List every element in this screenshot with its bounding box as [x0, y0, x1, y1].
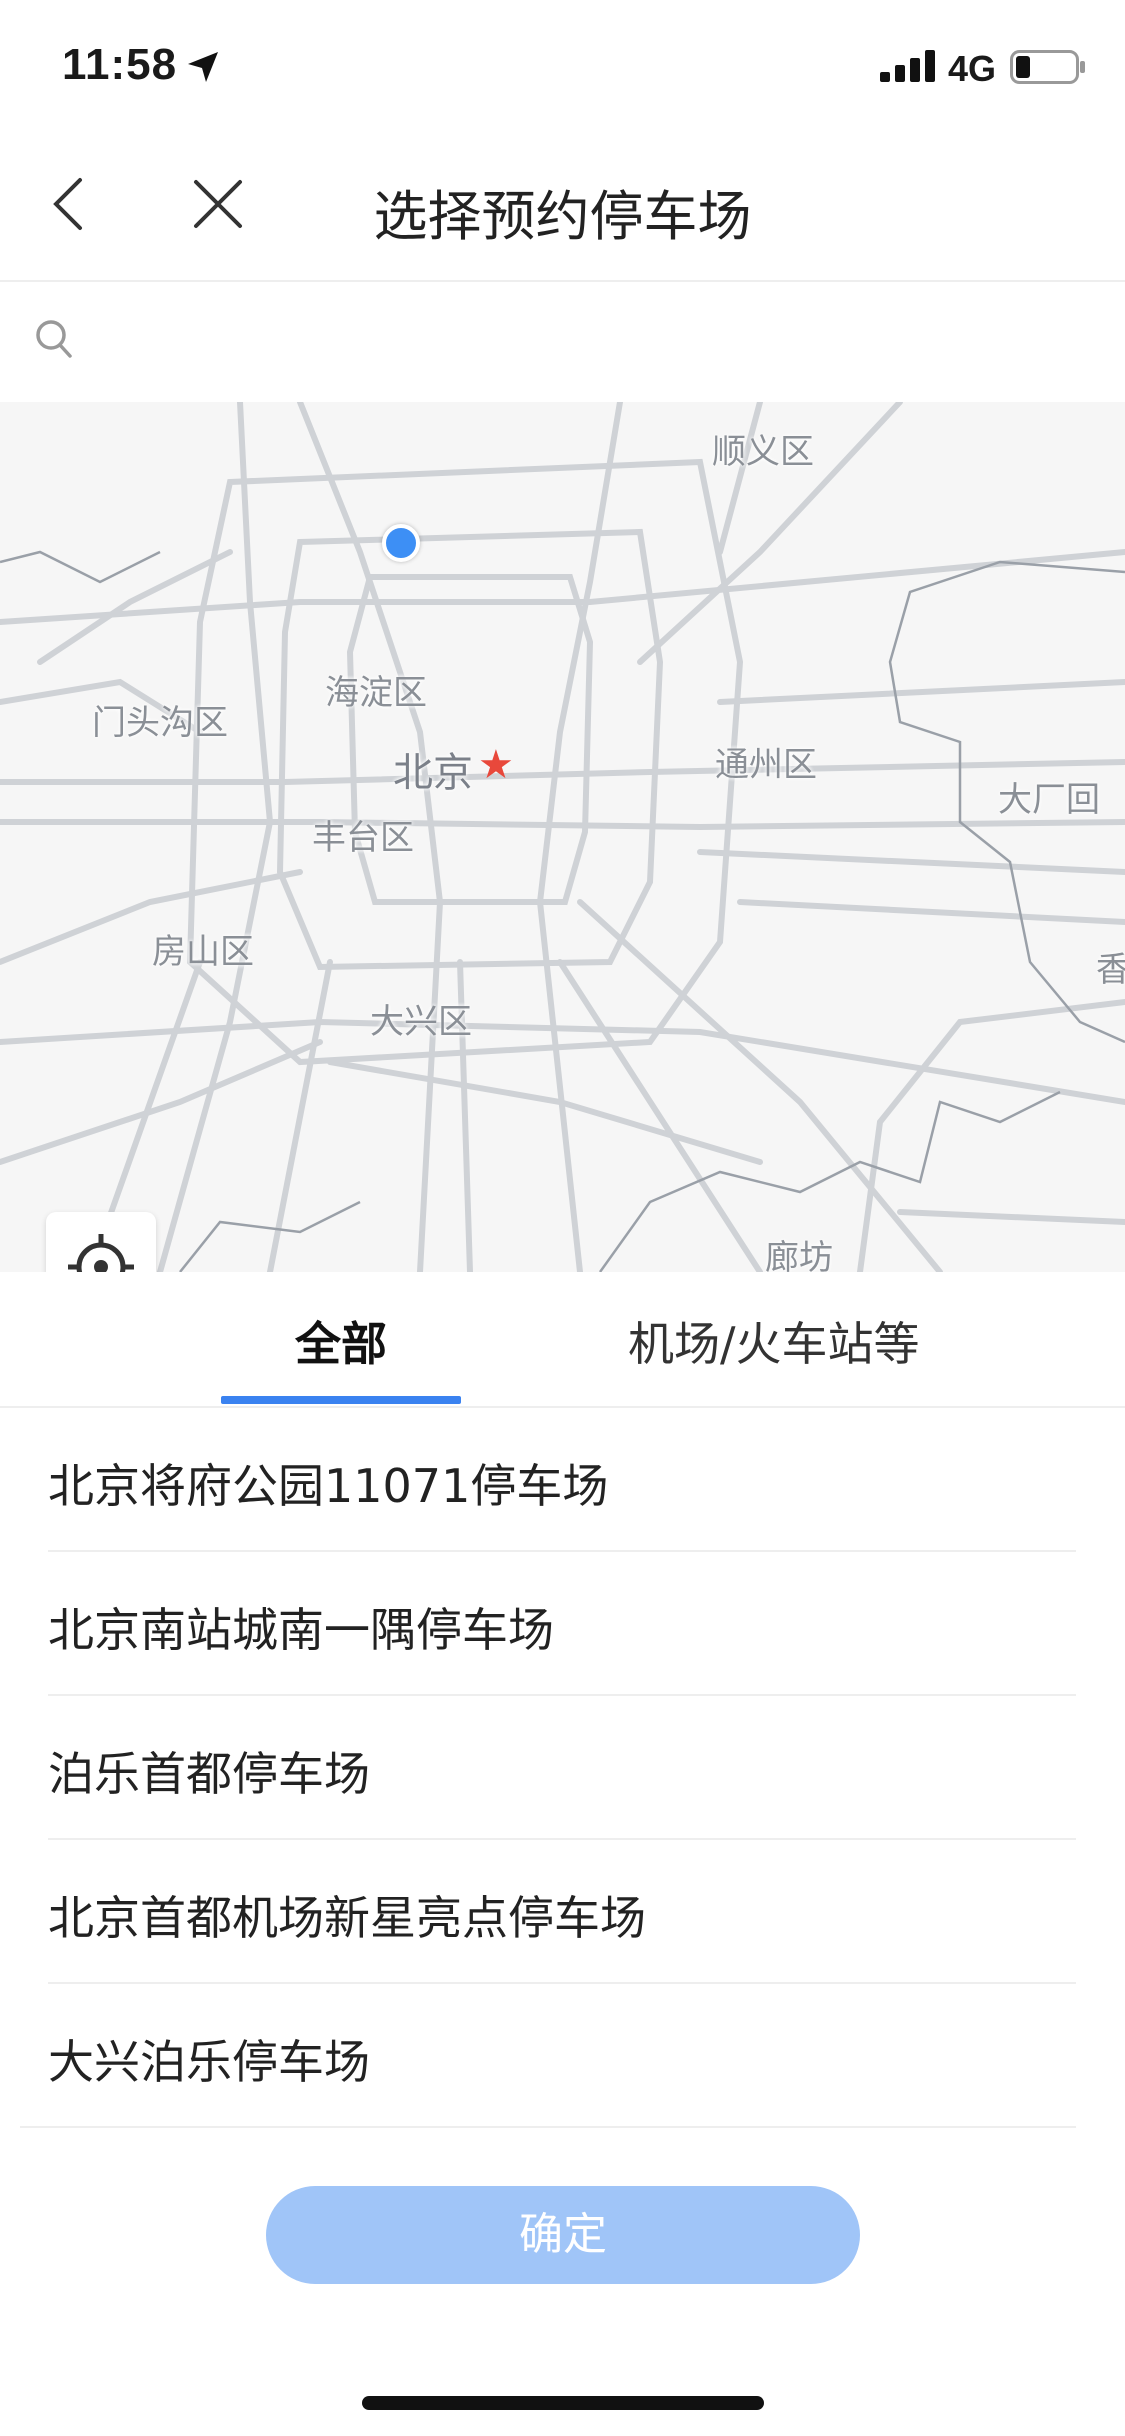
- signal-icon: [880, 50, 935, 82]
- list-item[interactable]: 泊乐首都停车场: [48, 1696, 1076, 1840]
- home-indicator: [362, 2396, 764, 2410]
- map-label: 香: [1096, 950, 1125, 990]
- parking-name: 大兴泊乐停车场: [48, 2035, 370, 2089]
- map-label: 门头沟区: [92, 703, 228, 743]
- confirm-button[interactable]: 确定: [266, 2186, 860, 2284]
- map-label: 顺义区: [712, 432, 814, 472]
- search-icon: [36, 320, 72, 358]
- map-roads: [0, 402, 1125, 1272]
- map-label: 通州区: [715, 745, 817, 785]
- status-bar: 11:58 4G: [0, 0, 1125, 132]
- location-arrow-icon: [188, 52, 218, 82]
- list-item[interactable]: 北京南站城南一隅停车场: [48, 1552, 1076, 1696]
- map-label: 大厂回: [998, 780, 1100, 820]
- battery-icon: [1010, 50, 1085, 84]
- map-label: 丰台区: [312, 818, 414, 858]
- network-type: 4G: [948, 48, 997, 89]
- locate-button[interactable]: [46, 1212, 156, 1272]
- map-label: 廊坊: [765, 1238, 833, 1272]
- parking-list: 北京将府公园11071停车场 北京南站城南一隅停车场 泊乐首都停车场 北京首都机…: [0, 1408, 1125, 2128]
- map-label: 房山区: [152, 932, 254, 972]
- parking-name: 北京首都机场新星亮点停车场: [48, 1891, 646, 1945]
- list-item[interactable]: 大兴泊乐停车场: [20, 1984, 1076, 2128]
- parking-name: 北京南站城南一隅停车场: [48, 1603, 554, 1657]
- map-label: 海淀区: [325, 673, 427, 713]
- capital-star-icon: ★: [478, 742, 514, 788]
- page-title: 选择预约停车场: [373, 185, 752, 248]
- map-label: 大兴区: [370, 1002, 472, 1042]
- locate-icon: [68, 1234, 134, 1272]
- tab-indicator: [221, 1396, 461, 1404]
- current-location-dot: [382, 524, 420, 562]
- tab-bar: 全部 机场/火车站等: [0, 1272, 1125, 1408]
- list-item[interactable]: 北京将府公园11071停车场: [48, 1408, 1076, 1552]
- list-item[interactable]: 北京首都机场新星亮点停车场: [48, 1840, 1076, 1984]
- tab-all[interactable]: 全部: [295, 1308, 387, 1374]
- nav-bar: 选择预约停车场: [0, 132, 1125, 282]
- map-label: 北京: [393, 750, 473, 796]
- map-view[interactable]: 顺义区 海淀区 门头沟区 北京 通州区 大厂回 丰台区 房山区 大兴区 廊坊 香…: [0, 402, 1125, 1272]
- tab-airport-station[interactable]: 机场/火车站等: [628, 1308, 920, 1374]
- status-time: 11:58: [62, 40, 178, 89]
- search-bar: [0, 282, 1125, 402]
- parking-name: 泊乐首都停车场: [48, 1747, 370, 1801]
- search-input[interactable]: [90, 306, 1094, 380]
- parking-name: 北京将府公园11071停车场: [48, 1459, 609, 1513]
